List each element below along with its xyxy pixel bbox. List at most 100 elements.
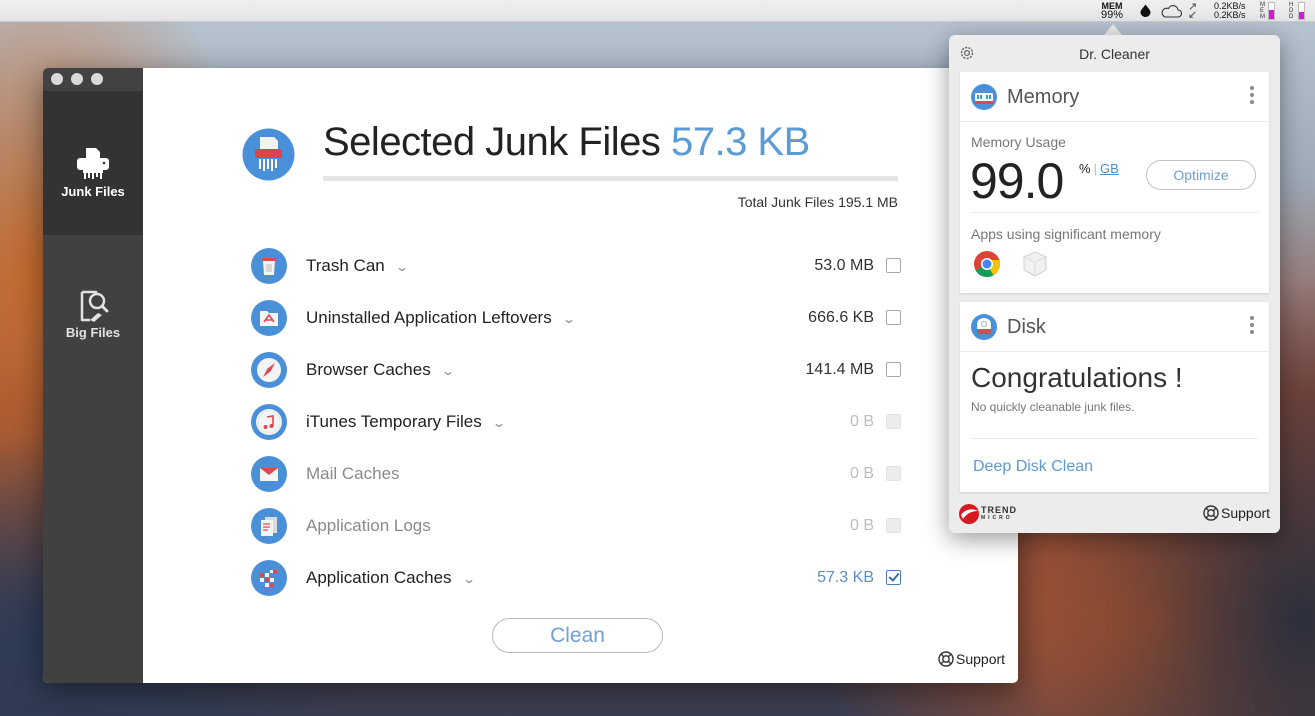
minimize-button[interactable] [71, 73, 83, 85]
memory-card: Memory Memory Usage 99.0 % | GB Optimize A… [960, 72, 1269, 293]
sidebar-item-junk-files[interactable]: Junk Files [43, 91, 143, 235]
row-label-text: Mail Caches [306, 464, 400, 483]
junk-category-row[interactable]: Mail Caches 0 B [251, 454, 901, 494]
drop-icon[interactable] [1139, 4, 1152, 17]
chevron-down-icon[interactable]: ⌄ [492, 416, 506, 430]
memory-more-icon[interactable] [1249, 86, 1255, 106]
row-label: Uninstalled Application Leftovers ⌄ [306, 308, 576, 328]
close-button[interactable] [51, 73, 63, 85]
memory-chip-icon [971, 84, 997, 110]
junk-category-row[interactable]: Uninstalled Application Leftovers ⌄ 666.6 … [251, 298, 901, 338]
generic-app-icon[interactable] [1021, 250, 1049, 278]
row-label-text: iTunes Temporary Files [306, 412, 482, 431]
row-label-text: Application Caches [306, 568, 452, 587]
junk-category-row[interactable]: Trash Can ⌄ 53.0 MB [251, 246, 901, 286]
app-folder-icon [251, 300, 287, 336]
row-label: Application Caches ⌄ [306, 568, 476, 588]
deep-disk-clean-link[interactable]: Deep Disk Clean [973, 458, 1093, 476]
junk-category-row[interactable]: iTunes Temporary Files ⌄ 0 B [251, 402, 901, 442]
row-checkbox[interactable] [886, 258, 901, 273]
row-label: Application Logs [306, 516, 431, 536]
total-junk-label: Total Junk Files 195.1 MB [737, 194, 898, 210]
selected-size: 57.3 KB [670, 120, 810, 164]
divider [971, 438, 1258, 439]
junk-category-row[interactable]: Application Caches ⌄ 57.3 KB [251, 558, 901, 598]
optimize-button[interactable]: Optimize [1146, 160, 1256, 190]
unit-gb-link[interactable]: GB [1100, 161, 1119, 176]
row-checkbox[interactable] [886, 518, 901, 533]
row-checkbox[interactable] [886, 310, 901, 325]
hdd-gauge[interactable] [1298, 2, 1305, 20]
apps-label: Apps using significant memory [971, 226, 1161, 242]
sidebar: Junk Files Big Files [43, 68, 143, 683]
row-size: 0 B [849, 465, 874, 482]
popover-support-link[interactable]: Support [1203, 505, 1270, 521]
hdd-gauge-label: HDD [1289, 2, 1294, 20]
music-note-icon [251, 404, 287, 440]
chevron-down-icon[interactable]: ⌄ [441, 364, 455, 378]
support-label: Support [1221, 505, 1271, 521]
disk-card-header: Disk [960, 302, 1269, 352]
sidebar-item-label: Big Files [65, 325, 121, 340]
chevron-down-icon[interactable]: ⌄ [395, 260, 409, 274]
shredder-hero-icon [242, 128, 295, 181]
row-label-text: Browser Caches [306, 360, 431, 379]
disk-card: Disk Congratulations ! No quickly cleana… [960, 302, 1269, 492]
lifebuoy-icon [1203, 505, 1219, 521]
menubar-mem-status[interactable]: MEM 99% [1101, 2, 1124, 21]
page-title: Selected Junk Files 57.3 KB [323, 120, 810, 165]
row-checkbox[interactable] [886, 414, 901, 429]
disk-icon [971, 314, 997, 340]
row-size: 57.3 KB [817, 569, 874, 586]
cloud-icon[interactable] [1160, 4, 1182, 18]
memory-card-title: Memory [1007, 86, 1080, 108]
unit-percent[interactable]: % [1079, 161, 1091, 176]
row-label-text: Trash Can [306, 256, 385, 275]
row-label-text: Uninstalled Application Leftovers [306, 308, 552, 327]
disk-subtext: No quickly cleanable junk files. [971, 400, 1135, 414]
row-checkbox[interactable] [886, 362, 901, 377]
chevron-down-icon[interactable]: ⌄ [462, 572, 476, 586]
row-checkbox[interactable] [886, 570, 901, 585]
junk-category-row[interactable]: Browser Caches ⌄ 141.4 MB [251, 350, 901, 390]
mem-percent: 99% [1101, 9, 1124, 21]
row-label: Trash Can ⌄ [306, 256, 409, 276]
logs-icon [251, 508, 287, 544]
row-size: 53.0 MB [814, 257, 874, 274]
clean-button[interactable]: Clean [492, 618, 663, 653]
mem-gauge-label: MEM [1260, 2, 1265, 20]
popover-arrow [1104, 24, 1122, 35]
trend-micro-logo-icon [959, 504, 979, 524]
row-label: iTunes Temporary Files ⌄ [306, 412, 506, 432]
brand-top: TREND [981, 505, 1017, 515]
row-size: 0 B [849, 517, 874, 534]
row-size: 666.6 KB [808, 309, 874, 326]
trend-micro-brand: TREND MICRO [981, 506, 1017, 522]
mail-icon [251, 456, 287, 492]
zoom-button[interactable] [91, 73, 103, 85]
row-size: 141.4 MB [805, 361, 874, 378]
row-label-text: Application Logs [306, 516, 431, 535]
chrome-icon[interactable] [973, 250, 1001, 278]
junk-category-row[interactable]: Application Logs 0 B [251, 506, 901, 546]
lifebuoy-icon [938, 651, 954, 667]
mem-gauge[interactable] [1268, 2, 1275, 20]
disk-more-icon[interactable] [1249, 316, 1255, 336]
transfer-arrows-icon[interactable]: ↗ ↙ [1188, 2, 1197, 21]
net-down: 0.2KB/s [1214, 10, 1246, 20]
main-window: Junk Files Big Files Selected Junk Files… [43, 68, 1018, 683]
row-size: 0 B [849, 413, 874, 430]
menu-bar: MEM 99% ↗ ↙ 0.2KB/s 0.2KB/s MEM HDD [0, 0, 1315, 22]
sidebar-item-label: Junk Files [61, 184, 125, 199]
row-checkbox[interactable] [886, 466, 901, 481]
title-bar [43, 68, 143, 91]
sidebar-item-big-files[interactable]: Big Files [43, 235, 143, 375]
support-link[interactable]: Support [938, 651, 1005, 667]
memory-unit-toggle: % | GB [1079, 161, 1119, 176]
file-search-icon [80, 290, 109, 322]
popover-title: Dr. Cleaner [1079, 46, 1150, 62]
memory-usage-value: 99.0 [970, 153, 1064, 209]
title-text: Selected Junk Files [323, 120, 661, 164]
compass-icon [251, 352, 287, 388]
chevron-down-icon[interactable]: ⌄ [562, 312, 576, 326]
